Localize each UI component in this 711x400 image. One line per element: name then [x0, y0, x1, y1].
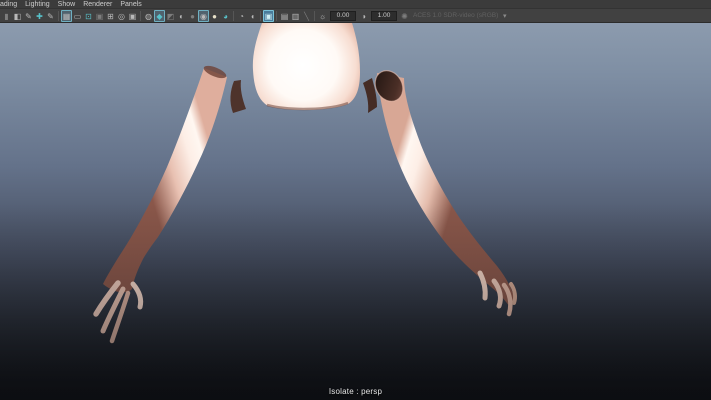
caret-down-icon[interactable]: ▾ — [500, 12, 509, 20]
vignette-overlay — [0, 203, 711, 400]
layers-icon[interactable]: ▥ — [290, 10, 301, 22]
menu-panels[interactable]: Panels — [116, 0, 145, 9]
grease-pencil-icon[interactable]: ╲ — [301, 10, 312, 22]
safe-action-icon[interactable]: ◎ — [116, 10, 127, 22]
brush-icon[interactable]: ✎ — [45, 10, 56, 22]
isolate-select-icon[interactable]: ▣ — [263, 10, 274, 22]
toolbar-separator — [276, 11, 277, 21]
field-chart-icon[interactable]: ⊞ — [105, 10, 116, 22]
toolbar-separator — [140, 11, 141, 21]
safe-title-icon[interactable]: ▣ — [127, 10, 138, 22]
panel-menubar: ading Lighting Show Renderer Panels — [0, 0, 711, 9]
toolbar-separator — [58, 11, 59, 21]
toolbar-separator — [260, 11, 261, 21]
menu-lighting[interactable]: Lighting — [21, 0, 54, 9]
partial-icon[interactable]: ▮ — [1, 10, 12, 22]
exposure-field[interactable]: 0.00 — [330, 11, 356, 21]
move-tool-icon[interactable]: ✚ — [34, 10, 45, 22]
snapshot-icon[interactable]: ▤ — [279, 10, 290, 22]
use-all-lights-icon[interactable]: ◐ — [176, 10, 187, 22]
motion-blur-icon[interactable]: ◕ — [220, 10, 231, 22]
menu-shading[interactable]: ading — [0, 0, 21, 9]
menu-show[interactable]: Show — [54, 0, 80, 9]
isolate-hud-text: Isolate : persp — [329, 387, 382, 396]
panel-toolbar: ▮ ◧ ✎ ✚ ✎ ▦ ▭ ⊡ ▣ ⊞ ◎ ▣ ◍ ◆ ◩ ◐ ● ◉ ● ◕ … — [0, 9, 711, 23]
textured-icon[interactable]: ◩ — [165, 10, 176, 22]
torso-mesh[interactable] — [230, 23, 377, 113]
maya-window: ading Lighting Show Renderer Panels ▮ ◧ … — [0, 0, 711, 400]
grid-icon[interactable]: ▦ — [61, 10, 72, 22]
pencil-icon[interactable]: ✎ — [23, 10, 34, 22]
resolution-gate-icon[interactable]: ⊡ — [83, 10, 94, 22]
camera-lock-icon[interactable]: ◧ — [12, 10, 23, 22]
film-gate-icon[interactable]: ▭ — [72, 10, 83, 22]
perspective-viewport[interactable]: Isolate : persp — [0, 23, 711, 400]
camera-view-icon[interactable]: ◖ — [247, 10, 258, 22]
shadows-icon[interactable]: ● — [187, 10, 198, 22]
color-management-icon[interactable]: ✺ — [399, 10, 410, 22]
color-space-label: ACES 1.0 SDR-video (sRGB) — [413, 12, 498, 19]
wireframe-icon[interactable]: ◍ — [143, 10, 154, 22]
menu-renderer[interactable]: Renderer — [79, 0, 116, 9]
toolbar-separator — [314, 11, 315, 21]
scene-canvas — [0, 23, 711, 400]
toolbar-separator — [233, 11, 234, 21]
ssao-icon[interactable]: ◉ — [198, 10, 209, 22]
gamma-field[interactable]: 1.00 — [371, 11, 397, 21]
gate-mask-icon[interactable]: ▣ — [94, 10, 105, 22]
lightbulb-icon[interactable]: ● — [209, 10, 220, 22]
exposure-icon[interactable]: ☼ — [317, 10, 328, 22]
xray-icon[interactable]: ◔ — [236, 10, 247, 22]
shaded-icon[interactable]: ◆ — [154, 10, 165, 22]
gamma-icon[interactable]: ◑ — [358, 10, 369, 22]
torso-left-cut — [230, 80, 246, 113]
